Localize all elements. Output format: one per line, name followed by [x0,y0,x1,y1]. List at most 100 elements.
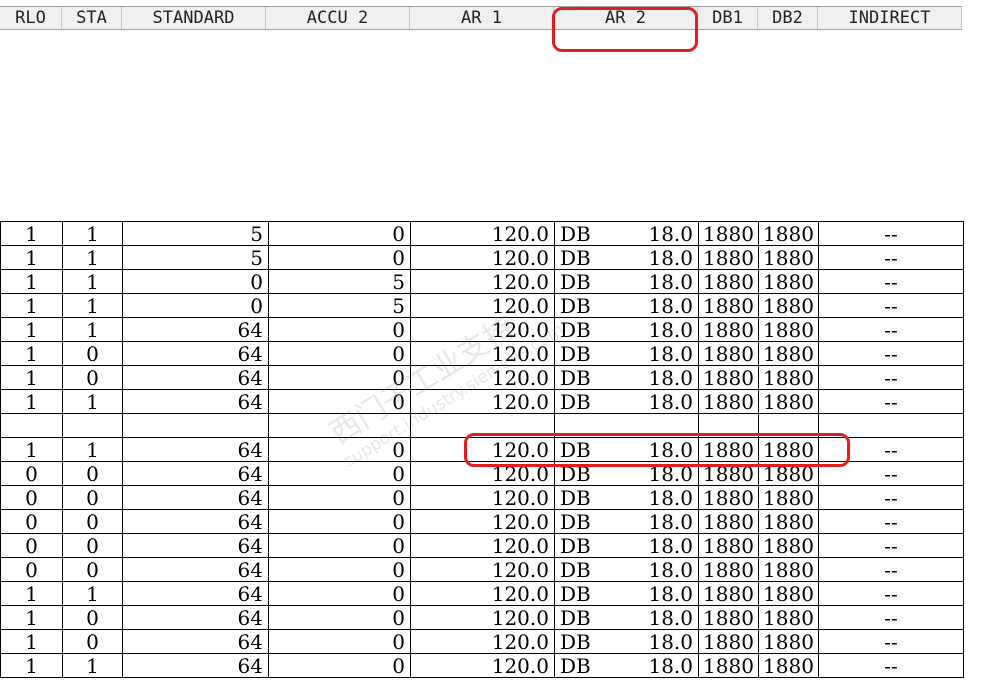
table-row[interactable] [0,413,964,437]
cell-standard: 64 [122,509,268,534]
cell-ar2: DB 18.0 [554,245,698,270]
cell-standard: 64 [122,341,268,366]
table-row[interactable]: 1 1 0 5 120.0 DB 18.0 1880 1880 -- [0,269,964,294]
cell-ar2: DB 18.0 [554,365,698,390]
cell-ar2-value: 18.0 [648,270,693,294]
cell-db2: 1880 [758,557,818,582]
cell-ar2-value: 18.0 [648,366,693,390]
table-row[interactable]: 1 1 5 0 120.0 DB 18.0 1880 1880 -- [0,221,964,246]
cell-ar1: 120.0 [410,557,554,582]
cell-indirect [818,413,964,437]
table-row[interactable]: 1 1 64 0 120.0 DB 18.0 1880 1880 -- [0,581,964,606]
table-row[interactable]: 0 0 64 0 120.0 DB 18.0 1880 1880 -- [0,509,964,534]
cell-rlo: 1 [0,653,62,678]
cell-ar2: DB 18.0 [554,653,698,678]
cell-db2: 1880 [758,389,818,414]
cell-db1: 1880 [698,293,758,318]
cell-ar2-value: 18.0 [648,486,693,510]
cell-ar2: DB 18.0 [554,389,698,414]
cell-db1: 1880 [698,317,758,342]
cell-accu2: 0 [268,245,410,270]
cell-ar1: 120.0 [410,485,554,510]
cell-standard: 64 [122,461,268,486]
cell-accu2: 0 [268,557,410,582]
cell-ar2: DB 18.0 [554,629,698,654]
cell-sta: 0 [62,557,122,582]
cell-standard: 5 [122,221,268,246]
cell-db1: 1880 [698,485,758,510]
column-header-bar: RLO STA STANDARD ACCU 2 AR 1 AR 2 DB1 DB… [0,6,962,30]
col-header-accu2[interactable]: ACCU 2 [266,7,410,29]
col-header-indirect[interactable]: INDIRECT [818,7,962,29]
cell-indirect: -- [818,557,964,582]
cell-db2 [758,413,818,437]
cell-ar2-prefix: DB [560,606,591,630]
cell-db2: 1880 [758,221,818,246]
cell-sta: 0 [62,365,122,390]
col-header-db1[interactable]: DB1 [698,7,758,29]
cell-accu2: 0 [268,533,410,558]
cell-accu2: 0 [268,485,410,510]
table-row[interactable]: 1 1 64 0 120.0 DB 18.0 1880 1880 -- [0,389,964,414]
col-header-ar1[interactable]: AR 1 [410,7,554,29]
cell-standard: 64 [122,605,268,630]
table-row[interactable]: 0 0 64 0 120.0 DB 18.0 1880 1880 -- [0,485,964,510]
cell-ar2-prefix: DB [560,270,591,294]
table-row[interactable]: 1 1 5 0 120.0 DB 18.0 1880 1880 -- [0,245,964,270]
table-row[interactable]: 1 1 64 0 120.0 DB 18.0 1880 1880 -- [0,653,964,678]
cell-accu2: 0 [268,653,410,678]
cell-ar1: 120.0 [410,653,554,678]
cell-standard: 64 [122,389,268,414]
cell-db1: 1880 [698,437,758,462]
col-header-ar2[interactable]: AR 2 [554,7,698,29]
cell-sta: 0 [62,461,122,486]
table-row[interactable]: 1 0 64 0 120.0 DB 18.0 1880 1880 -- [0,605,964,630]
cell-ar1: 120.0 [410,605,554,630]
table-row[interactable]: 1 1 64 0 120.0 DB 18.0 1880 1880 -- [0,317,964,342]
table-row[interactable]: 0 0 64 0 120.0 DB 18.0 1880 1880 -- [0,461,964,486]
cell-ar2 [554,413,698,437]
col-header-sta[interactable]: STA [62,7,122,29]
cell-ar1: 120.0 [410,461,554,486]
cell-accu2: 0 [268,389,410,414]
cell-ar2-prefix: DB [560,558,591,582]
col-header-standard[interactable]: STANDARD [122,7,266,29]
cell-ar2-prefix: DB [560,222,591,246]
cell-rlo: 1 [0,221,62,246]
cell-db1: 1880 [698,365,758,390]
table-row[interactable]: 0 0 64 0 120.0 DB 18.0 1880 1880 -- [0,533,964,558]
cell-rlo: 1 [0,245,62,270]
cell-db1: 1880 [698,389,758,414]
cell-ar1: 120.0 [410,317,554,342]
cell-ar2-prefix: DB [560,342,591,366]
col-header-rlo[interactable]: RLO [0,7,62,29]
cell-ar2-value: 18.0 [648,342,693,366]
cell-indirect: -- [818,293,964,318]
table-row[interactable]: 1 1 0 5 120.0 DB 18.0 1880 1880 -- [0,293,964,318]
cell-sta: 1 [62,653,122,678]
cell-db2: 1880 [758,533,818,558]
table-row[interactable]: 1 1 64 0 120.0 DB 18.0 1880 1880 -- [0,437,964,462]
cell-ar2-prefix: DB [560,654,591,678]
cell-ar2-prefix: DB [560,438,591,462]
cell-accu2: 0 [268,437,410,462]
col-header-db2[interactable]: DB2 [758,7,818,29]
cell-rlo [0,413,62,437]
cell-accu2: 0 [268,317,410,342]
table-row[interactable]: 0 0 64 0 120.0 DB 18.0 1880 1880 -- [0,557,964,582]
cell-sta: 0 [62,605,122,630]
table-row[interactable]: 1 0 64 0 120.0 DB 18.0 1880 1880 -- [0,365,964,390]
cell-db2: 1880 [758,509,818,534]
cell-db1: 1880 [698,461,758,486]
cell-rlo: 0 [0,533,62,558]
cell-accu2: 0 [268,461,410,486]
table-row[interactable]: 1 0 64 0 120.0 DB 18.0 1880 1880 -- [0,341,964,366]
cell-db2: 1880 [758,485,818,510]
cell-accu2: 0 [268,365,410,390]
cell-db2: 1880 [758,605,818,630]
cell-db1 [698,413,758,437]
cell-accu2: 0 [268,221,410,246]
cell-accu2: 0 [268,629,410,654]
cell-accu2: 5 [268,293,410,318]
table-row[interactable]: 1 0 64 0 120.0 DB 18.0 1880 1880 -- [0,629,964,654]
